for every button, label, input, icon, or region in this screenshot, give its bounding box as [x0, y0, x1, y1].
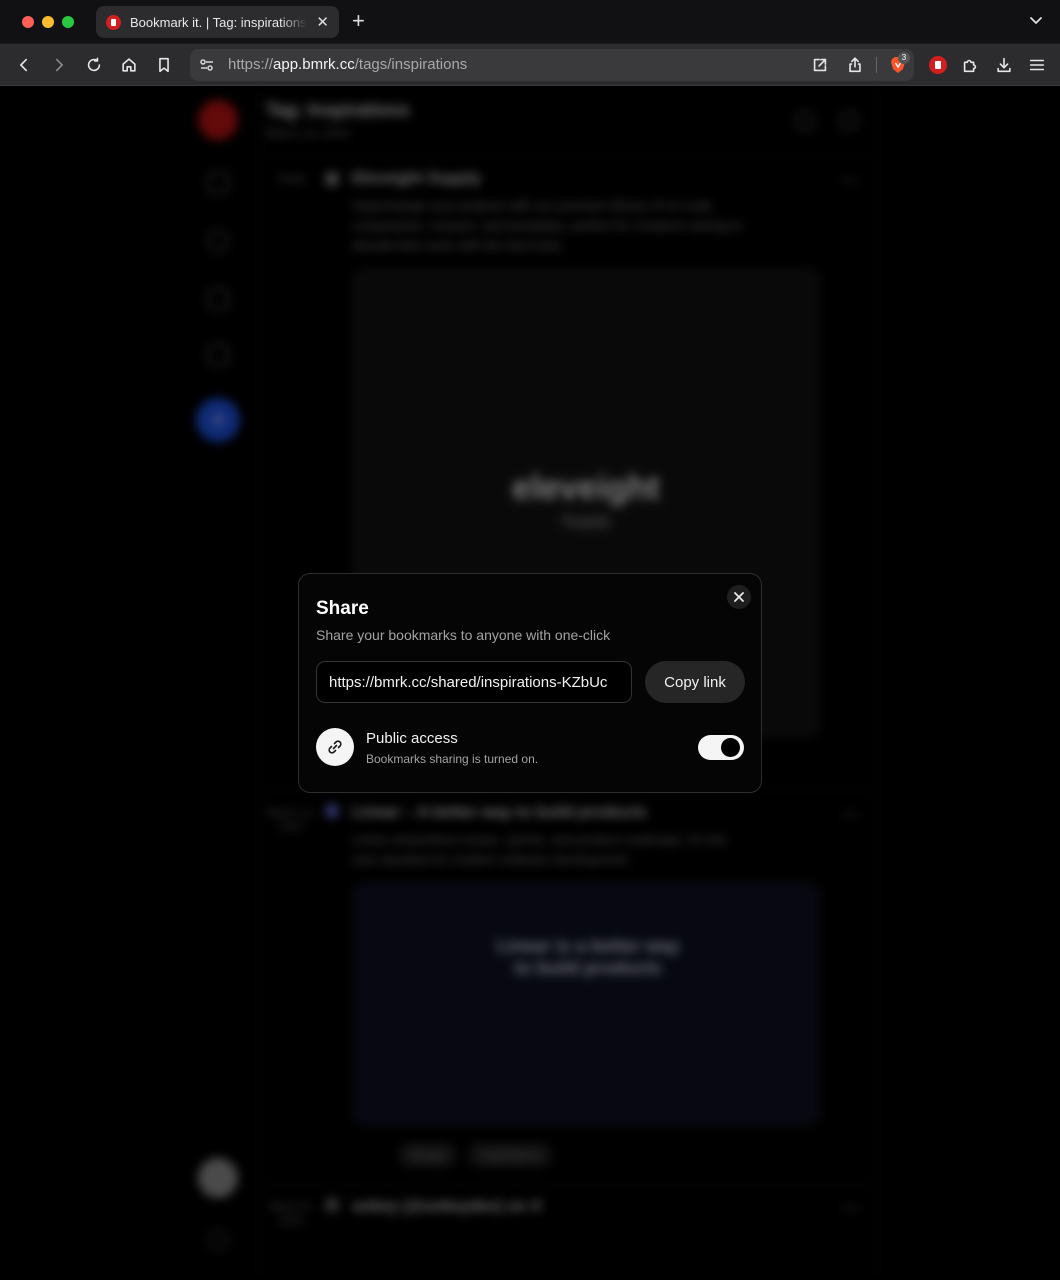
url-scheme: https://: [228, 56, 274, 73]
entry-date: Today: [276, 173, 306, 185]
preview-brand: eleveight: [512, 469, 660, 507]
app-logo[interactable]: [198, 100, 238, 140]
url-host: app.bmrk.cc: [273, 56, 355, 73]
public-access-toggle[interactable]: [698, 735, 744, 760]
window-zoom-button[interactable]: [62, 16, 74, 28]
share-tag-icon[interactable]: [840, 112, 858, 130]
url-text: https://app.bmrk.cc/tags/inspirations: [228, 56, 467, 73]
window-close-button[interactable]: [22, 16, 34, 28]
download-icon[interactable]: [994, 55, 1014, 75]
tag-nav-icon[interactable]: [207, 344, 229, 366]
share-url-input[interactable]: [316, 661, 632, 703]
bookmark-it-extension-icon[interactable]: [928, 55, 948, 75]
back-arrow-icon[interactable]: [14, 55, 34, 75]
entry-menu-icon[interactable]: •••: [842, 806, 860, 822]
tab-close-icon[interactable]: ✕: [316, 15, 329, 30]
browser-tab-bar: Bookmark it. | Tag: inspirations ✕ +: [0, 0, 1060, 44]
url-path: /tags/inspirations: [354, 56, 468, 73]
bookmark-icon[interactable]: [154, 55, 174, 75]
extensions-puzzle-icon[interactable]: [960, 55, 980, 75]
forward-arrow-icon[interactable]: [49, 55, 69, 75]
share-dialog: Share Share your bookmarks to anyone wit…: [298, 573, 762, 793]
bookmark-app-favicon-icon: [106, 14, 121, 30]
entry-title[interactable]: Eleveight Supply: [352, 170, 481, 188]
public-access-status: Bookmarks sharing is turned on.: [366, 752, 539, 766]
entry-date: March 8, 2024: [269, 1201, 313, 1227]
open-external-icon[interactable]: [810, 55, 830, 75]
shields-count-badge: 3: [898, 52, 910, 64]
entry-preview-image[interactable]: Linear is a better way to build products: [352, 882, 820, 1126]
chevron-down-icon[interactable]: [1028, 12, 1044, 28]
link-icon: [316, 728, 354, 766]
divider: [258, 1184, 878, 1185]
public-access-label: Public access: [366, 730, 458, 747]
copy-link-button[interactable]: Copy link: [645, 661, 745, 703]
entry-description: Supercharge your projects with our premi…: [352, 198, 743, 253]
home-icon[interactable]: [119, 55, 139, 75]
entry-favicon: [325, 172, 339, 186]
home-nav-icon[interactable]: [207, 172, 229, 194]
url-bar-divider: [876, 57, 877, 73]
dialog-title: Share: [316, 598, 369, 619]
entry-title[interactable]: unkey (@unkeydev) on X: [352, 1198, 542, 1216]
preview-headline: Linear is a better way to build products: [496, 936, 680, 978]
entry-description: Linear streamlines issues, sprints, and …: [352, 832, 727, 867]
preview-brand-sub: Supply: [561, 513, 611, 530]
site-settings-icon[interactable]: [198, 56, 216, 74]
gear-icon[interactable]: [208, 1230, 228, 1250]
toggle-knob: [721, 738, 740, 757]
star-nav-icon[interactable]: [207, 288, 229, 310]
address-bar[interactable]: https://app.bmrk.cc/tags/inspirations 3: [190, 49, 914, 81]
new-tab-button[interactable]: +: [352, 10, 365, 32]
share-icon[interactable]: [845, 55, 865, 75]
window-minimize-button[interactable]: [42, 16, 54, 28]
entry-favicon: [325, 804, 339, 818]
avatar[interactable]: [198, 1158, 238, 1198]
page-title: Tag: Inspirations: [266, 100, 410, 120]
hamburger-menu-icon[interactable]: [1027, 55, 1047, 75]
browser-toolbar: https://app.bmrk.cc/tags/inspirations 3: [0, 44, 1060, 86]
entry-title[interactable]: Linear – A better way to build products: [352, 804, 647, 822]
entry-date: March 13, 2024: [266, 807, 316, 833]
edit-icon[interactable]: [796, 112, 814, 130]
search-nav-icon[interactable]: [207, 230, 229, 252]
tag-chip[interactable]: inspirations: [468, 1142, 553, 1168]
dialog-subtitle: Share your bookmarks to anyone with one-…: [316, 627, 611, 643]
add-bookmark-button[interactable]: +: [196, 398, 240, 442]
entry-menu-icon[interactable]: •••: [842, 172, 860, 188]
page-date: March 14, 2024: [266, 126, 350, 140]
divider: [258, 156, 878, 157]
tag-chip[interactable]: design: [398, 1142, 458, 1168]
entry-favicon: [325, 1198, 339, 1212]
tab-title: Bookmark it. | Tag: inspirations: [130, 14, 307, 30]
entry-menu-icon[interactable]: •••: [842, 1200, 860, 1216]
browser-tab-active[interactable]: Bookmark it. | Tag: inspirations ✕: [96, 6, 339, 38]
close-icon[interactable]: [727, 585, 751, 609]
reload-icon[interactable]: [84, 55, 104, 75]
